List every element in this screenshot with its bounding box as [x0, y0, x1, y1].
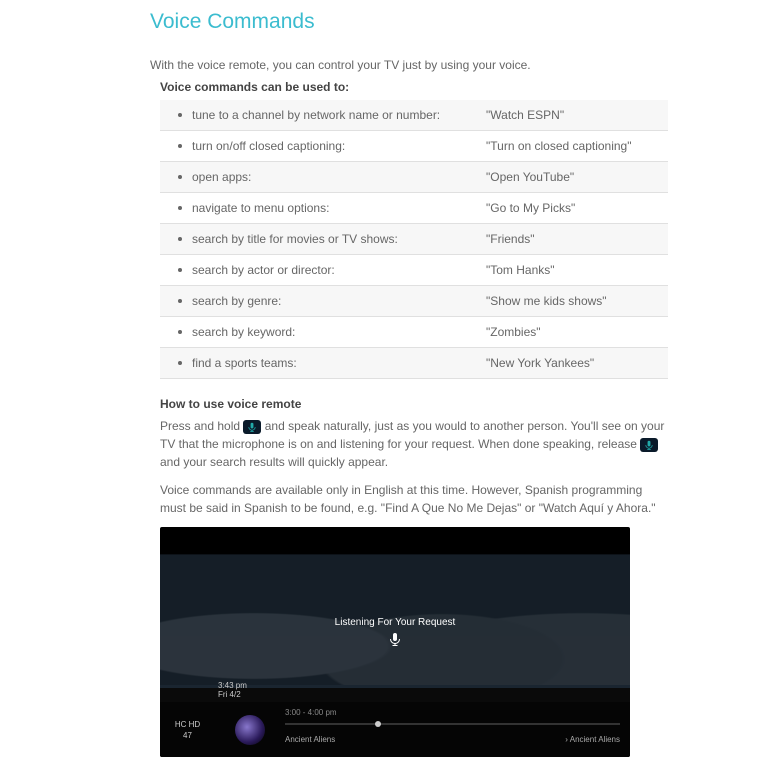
- table-row: turn on/off closed captioning:"Turn on c…: [160, 131, 668, 162]
- command-description: search by actor or director:: [192, 263, 486, 277]
- mic-icon: [160, 632, 630, 649]
- table-row: open apps:"Open YouTube": [160, 162, 668, 193]
- command-example: "Watch ESPN": [486, 108, 656, 122]
- command-example: "Tom Hanks": [486, 263, 656, 277]
- page-title: Voice Commands: [150, 10, 668, 34]
- commands-table: tune to a channel by network name or num…: [160, 100, 668, 379]
- channel-name: HC HD: [175, 720, 200, 729]
- usedto-heading: Voice commands can be used to:: [160, 80, 668, 94]
- table-row: search by genre:"Show me kids shows": [160, 286, 668, 317]
- command-example: "Turn on closed captioning": [486, 139, 656, 153]
- mic-button-icon: [243, 420, 261, 434]
- text: and your search results will quickly app…: [160, 455, 388, 469]
- intro-text: With the voice remote, you can control y…: [150, 58, 668, 72]
- channel-number: 47: [183, 731, 192, 740]
- bullet-icon: [178, 237, 182, 241]
- bullet-icon: [178, 299, 182, 303]
- table-row: search by keyword:"Zombies": [160, 317, 668, 348]
- bullet-icon: [178, 330, 182, 334]
- command-description: search by keyword:: [192, 325, 486, 339]
- howto-para-1: Press and hold and speak naturally, just…: [160, 417, 668, 471]
- command-example: "Zombies": [486, 325, 656, 339]
- command-description: search by title for movies or TV shows:: [192, 232, 486, 246]
- bullet-icon: [178, 268, 182, 272]
- time-range: 3:00 - 4:00 pm: [285, 708, 620, 717]
- table-row: navigate to menu options:"Go to My Picks…: [160, 193, 668, 224]
- table-row: search by actor or director:"Tom Hanks": [160, 255, 668, 286]
- table-row: search by title for movies or TV shows:"…: [160, 224, 668, 255]
- time: 3:43 pm: [218, 681, 247, 690]
- show-logo: [215, 702, 285, 757]
- bullet-icon: [178, 206, 182, 210]
- command-example: "Friends": [486, 232, 656, 246]
- command-example: "Go to My Picks": [486, 201, 656, 215]
- command-description: find a sports teams:: [192, 356, 486, 370]
- howto-para-2: Voice commands are available only in Eng…: [160, 481, 668, 517]
- progress-bar: [285, 723, 620, 725]
- command-description: navigate to menu options:: [192, 201, 486, 215]
- tv-screenshot: Listening For Your Request 3:43 pm Fri 4…: [160, 527, 630, 757]
- command-description: turn on/off closed captioning:: [192, 139, 486, 153]
- table-row: tune to a channel by network name or num…: [160, 100, 668, 131]
- command-description: search by genre:: [192, 294, 486, 308]
- bullet-icon: [178, 361, 182, 365]
- command-description: tune to a channel by network name or num…: [192, 108, 486, 122]
- listening-text: Listening For Your Request: [160, 617, 630, 628]
- guide-info: 3:00 - 4:00 pm Ancient Aliens › Ancient …: [285, 702, 630, 757]
- show-current: Ancient Aliens: [285, 735, 335, 744]
- mic-button-icon: [640, 438, 658, 452]
- listening-overlay: Listening For Your Request: [160, 617, 630, 649]
- bullet-icon: [178, 144, 182, 148]
- command-description: open apps:: [192, 170, 486, 184]
- command-example: "New York Yankees": [486, 356, 656, 370]
- show-next: › Ancient Aliens: [565, 735, 620, 744]
- command-example: "Show me kids shows": [486, 294, 656, 308]
- bullet-icon: [178, 175, 182, 179]
- howto-heading: How to use voice remote: [160, 397, 668, 411]
- table-row: find a sports teams:"New York Yankees": [160, 348, 668, 379]
- tv-guide-bar: HC HD 47 3:00 - 4:00 pm Ancient Aliens ›…: [160, 702, 630, 757]
- command-example: "Open YouTube": [486, 170, 656, 184]
- clock: 3:43 pm Fri 4/2: [218, 681, 247, 699]
- date: Fri 4/2: [218, 690, 247, 699]
- channel-block: HC HD 47: [160, 702, 215, 757]
- bullet-icon: [178, 113, 182, 117]
- text: Press and hold: [160, 419, 243, 433]
